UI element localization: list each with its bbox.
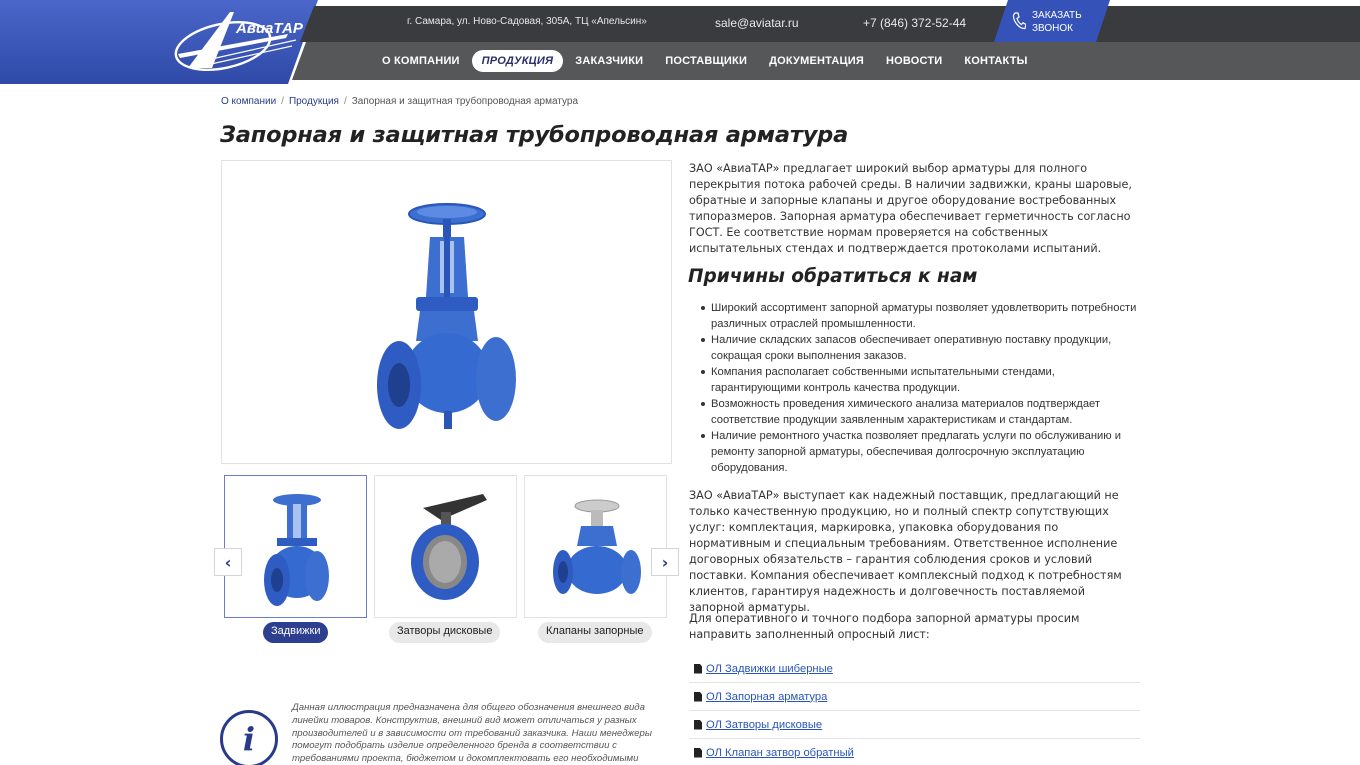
butterfly-valve-thumb xyxy=(411,494,487,600)
callback-label-1: ЗАКАЗАТЬ xyxy=(1032,10,1082,21)
nav-documentation[interactable]: ДОКУМЕНТАЦИЯ xyxy=(759,50,874,72)
list-item: Наличие ремонтного участка позволяет пре… xyxy=(701,428,1143,476)
reasons-title: Причины обратиться к нам xyxy=(688,266,978,287)
list-item: Наличие складских запасов обеспечивает о… xyxy=(701,332,1143,364)
thumbnail-carousel xyxy=(224,475,668,619)
document-icon xyxy=(694,747,702,758)
nav-customers[interactable]: ЗАКАЗЧИКИ xyxy=(565,50,653,72)
breadcrumb: О компании / Продукция / Запорная и защитная… xyxy=(221,96,578,107)
callback-button[interactable]: ЗАКАЗАТЬ ЗВОНОК xyxy=(994,0,1110,42)
top-bar: г. Самара, ул. Ново-Садовая, 305А, ТЦ «А… xyxy=(300,6,1360,42)
gate-valve-thumb xyxy=(264,494,329,606)
breadcrumb-section[interactable]: Продукция xyxy=(289,96,339,107)
breadcrumb-separator: / xyxy=(343,96,347,107)
carousel-next-button[interactable]: › xyxy=(651,548,679,576)
nav-products[interactable]: ПРОДУКЦИЯ xyxy=(471,50,564,72)
nav-news[interactable]: НОВОСТИ xyxy=(876,50,952,72)
list-item: ОЛ Запорная арматура xyxy=(689,683,1140,711)
doc-link-butterfly-valves[interactable]: ОЛ Затворы дисковые xyxy=(706,719,822,731)
thumb-butterfly-valves[interactable] xyxy=(374,475,517,618)
callback-label-2: ЗВОНОК xyxy=(1032,23,1073,34)
main-nav: О КОМПАНИИ ПРОДУКЦИЯ ЗАКАЗЧИКИ ПОСТАВЩИК… xyxy=(292,42,1360,80)
document-icon xyxy=(694,663,702,674)
list-item: ОЛ Затворы дисковые xyxy=(689,711,1140,739)
questionnaire-list: ОЛ Задвижки шиберные ОЛ Запорная арматур… xyxy=(689,655,1140,765)
nav-list: О КОМПАНИИ ПРОДУКЦИЯ ЗАКАЗЧИКИ ПОСТАВЩИК… xyxy=(372,50,1040,72)
breadcrumb-separator: / xyxy=(281,96,284,107)
doc-link-gate-valves[interactable]: ОЛ Задвижки шиберные xyxy=(706,663,833,675)
reasons-list: Широкий ассортимент запорной арматуры по… xyxy=(701,300,1143,476)
doc-link-shutoff-valves[interactable]: ОЛ Запорная арматура xyxy=(706,691,827,703)
list-item: ОЛ Задвижки шиберные xyxy=(689,655,1140,683)
page-title: Запорная и защитная трубопроводная армат… xyxy=(220,122,849,148)
thumb-label-butterfly-valves[interactable]: Затворы дисковые xyxy=(389,622,501,643)
globe-valve-thumb xyxy=(553,499,641,594)
phone-icon xyxy=(1012,12,1026,30)
document-icon xyxy=(694,691,702,702)
list-item: Возможность проведения химического анали… xyxy=(701,396,1143,428)
address: г. Самара, ул. Ново-Садовая, 305А, ТЦ «А… xyxy=(407,16,647,27)
intro-paragraph: ЗАО «АвиаТАР» предлагает широкий выбор а… xyxy=(689,162,1132,255)
email-link[interactable]: sale@aviatar.ru xyxy=(715,16,799,30)
document-icon xyxy=(694,719,702,730)
list-item: Компания располагает собственными испыта… xyxy=(701,364,1143,396)
thumb-label-globe-valves[interactable]: Клапаны запорные xyxy=(538,622,652,643)
info-icon: i xyxy=(220,710,278,765)
supplier-paragraph: ЗАО «АвиаТАР» выступает как надежный пос… xyxy=(689,489,1122,614)
nav-contacts[interactable]: КОНТАКТЫ xyxy=(954,50,1037,72)
list-item: Широкий ассортимент запорной арматуры по… xyxy=(701,300,1143,332)
breadcrumb-current: Запорная и защитная трубопроводная армат… xyxy=(351,96,579,107)
chevron-left-icon: ‹ xyxy=(224,552,232,572)
thumb-globe-valves[interactable] xyxy=(524,475,667,618)
nav-about[interactable]: О КОМПАНИИ xyxy=(372,50,470,72)
request-paragraph: Для оперативного и точного подбора запор… xyxy=(689,612,1080,641)
aviatar-logo[interactable] xyxy=(168,6,298,76)
phone-link[interactable]: +7 (846) 372-52-44 xyxy=(863,16,966,30)
chevron-right-icon: › xyxy=(661,552,669,572)
nav-suppliers[interactable]: ПОСТАВЩИКИ xyxy=(655,50,757,72)
carousel-prev-button[interactable]: ‹ xyxy=(214,548,242,576)
site-header: АвиаТАР г. Самара, ул. Ново-Садовая, 305… xyxy=(0,0,1360,84)
breadcrumb-home[interactable]: О компании xyxy=(221,96,276,107)
logo-text: АвиаТАР xyxy=(236,20,303,37)
list-item: ОЛ Клапан затвор обратный xyxy=(689,739,1140,765)
doc-link-check-valves[interactable]: ОЛ Клапан затвор обратный xyxy=(706,747,854,759)
thumb-label-gate-valves[interactable]: Задвижки xyxy=(263,622,329,643)
thumb-gate-valves[interactable] xyxy=(224,475,367,618)
main-product-image[interactable] xyxy=(221,160,672,464)
info-note: Данная иллюстрация предназначена для общ… xyxy=(292,702,652,765)
gate-valve-image xyxy=(377,203,516,429)
